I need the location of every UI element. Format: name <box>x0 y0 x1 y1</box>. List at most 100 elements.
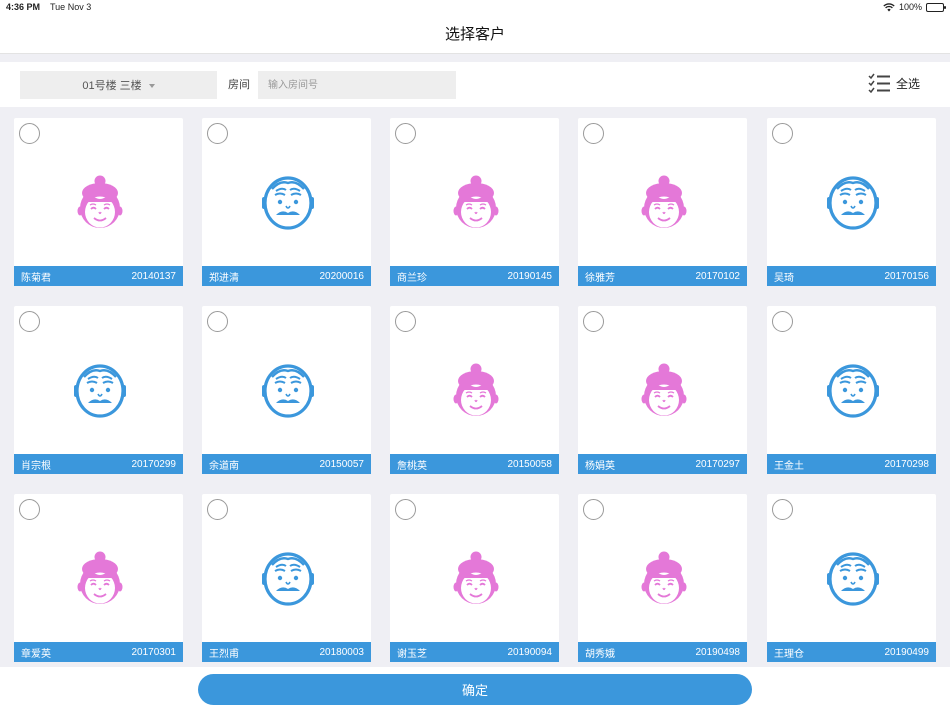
select-radio[interactable] <box>395 123 416 144</box>
customer-name: 王烈甫 <box>209 648 239 660</box>
grandmother-avatar-icon <box>72 173 128 231</box>
customer-id: 20170301 <box>131 646 177 658</box>
customer-card[interactable]: 王理仓 20190499 <box>767 494 936 662</box>
filter-bar: 01号楼 三楼 房间 全选 <box>0 62 950 107</box>
customer-label-bar: 商兰珍 20190145 <box>390 266 559 286</box>
nav-bar: 选择客户 <box>0 14 950 54</box>
grandmother-avatar-icon <box>448 549 504 607</box>
select-radio[interactable] <box>395 311 416 332</box>
customer-label-bar: 肖宗根 20170299 <box>14 454 183 474</box>
customer-name: 杨娟英 <box>585 460 615 472</box>
grandfather-avatar-icon <box>825 361 881 419</box>
customer-card[interactable]: 胡秀娥 20190498 <box>578 494 747 662</box>
customer-id: 20150057 <box>319 458 365 470</box>
select-radio[interactable] <box>395 499 416 520</box>
customer-name: 肖宗根 <box>21 460 51 472</box>
customer-card[interactable]: 肖宗根 20170299 <box>14 306 183 474</box>
page-title: 选择客户 <box>444 26 505 43</box>
customer-id: 20140137 <box>131 270 177 282</box>
customer-card[interactable]: 商兰珍 20190145 <box>390 118 559 286</box>
customer-card[interactable]: 王金土 20170298 <box>767 306 936 474</box>
grandfather-avatar-icon <box>825 173 881 231</box>
customer-name: 商兰珍 <box>397 272 427 284</box>
status-right: 100% <box>883 2 946 12</box>
status-bar: 4:36 PM Tue Nov 3 100% <box>0 0 950 14</box>
customer-card[interactable]: 余道南 20150057 <box>202 306 371 474</box>
customer-label-bar: 王烈甫 20180003 <box>202 642 371 662</box>
customer-id: 20190498 <box>695 646 741 658</box>
customer-label-bar: 徐雅芳 20170102 <box>578 266 747 286</box>
battery-icon <box>926 2 946 12</box>
building-floor-select[interactable]: 01号楼 三楼 <box>20 71 217 99</box>
select-radio[interactable] <box>207 123 228 144</box>
grandfather-avatar-icon <box>260 173 316 231</box>
select-radio[interactable] <box>19 311 40 332</box>
select-radio[interactable] <box>772 311 793 332</box>
customer-card[interactable]: 章爱英 20170301 <box>14 494 183 662</box>
customer-name: 胡秀娥 <box>585 648 615 660</box>
customer-name: 王理仓 <box>774 648 804 660</box>
battery-percent: 100% <box>898 2 922 12</box>
customer-card[interactable]: 王烈甫 20180003 <box>202 494 371 662</box>
customer-name: 徐雅芳 <box>585 272 615 284</box>
customer-card[interactable]: 詹桃英 20150058 <box>390 306 559 474</box>
building-floor-value: 01号楼 三楼 <box>82 80 142 92</box>
customer-card[interactable]: 陈菊君 20140137 <box>14 118 183 286</box>
select-radio[interactable] <box>19 123 40 144</box>
customer-label-bar: 谢玉芝 20190094 <box>390 642 559 662</box>
select-all-button[interactable]: 全选 <box>868 73 920 93</box>
grandmother-avatar-icon <box>72 549 128 607</box>
customer-id: 20150058 <box>507 458 553 470</box>
customer-name: 吴琦 <box>774 272 794 284</box>
grandmother-avatar-icon <box>636 173 692 231</box>
customer-name: 章爱英 <box>21 648 51 660</box>
select-radio[interactable] <box>772 123 793 144</box>
customer-label-bar: 余道南 20150057 <box>202 454 371 474</box>
customer-id: 20180003 <box>319 646 365 658</box>
select-radio[interactable] <box>19 499 40 520</box>
customer-name: 谢玉芝 <box>397 648 427 660</box>
select-radio[interactable] <box>772 499 793 520</box>
bottom-bar: 确定 <box>0 667 950 712</box>
customer-id: 20170299 <box>131 458 177 470</box>
grandfather-avatar-icon <box>72 361 128 419</box>
grandmother-avatar-icon <box>448 173 504 231</box>
customer-name: 余道南 <box>209 460 239 472</box>
customer-id: 20170156 <box>884 270 930 282</box>
select-radio[interactable] <box>583 499 604 520</box>
customer-card[interactable]: 吴琦 20170156 <box>767 118 936 286</box>
customer-name: 王金土 <box>774 460 804 472</box>
caret-down-icon <box>148 83 155 88</box>
select-radio[interactable] <box>207 311 228 332</box>
grandfather-avatar-icon <box>260 549 316 607</box>
confirm-button[interactable]: 确定 <box>198 674 752 705</box>
customer-card[interactable]: 郑进清 20200016 <box>202 118 371 286</box>
checklist-icon <box>868 73 890 93</box>
customer-id: 20190094 <box>507 646 553 658</box>
customer-label-bar: 杨娟英 20170297 <box>578 454 747 474</box>
customer-id: 20190145 <box>507 270 553 282</box>
room-number-input[interactable] <box>258 71 456 99</box>
customer-name: 郑进清 <box>209 272 239 284</box>
customer-label-bar: 胡秀娥 20190498 <box>578 642 747 662</box>
customer-label-bar: 郑进清 20200016 <box>202 266 371 286</box>
grandfather-avatar-icon <box>260 361 316 419</box>
customer-grid: 陈菊君 20140137 郑进清 20200016 商兰珍 20190145 徐… <box>0 107 950 667</box>
room-label: 房间 <box>228 79 250 91</box>
select-all-label: 全选 <box>895 76 920 91</box>
grandmother-avatar-icon <box>448 361 504 419</box>
select-radio[interactable] <box>583 311 604 332</box>
customer-card[interactable]: 杨娟英 20170297 <box>578 306 747 474</box>
customer-card[interactable]: 谢玉芝 20190094 <box>390 494 559 662</box>
customer-label-bar: 吴琦 20170156 <box>767 266 936 286</box>
customer-id: 20170297 <box>695 458 741 470</box>
customer-id: 20170298 <box>884 458 930 470</box>
customer-label-bar: 王金土 20170298 <box>767 454 936 474</box>
customer-card[interactable]: 徐雅芳 20170102 <box>578 118 747 286</box>
select-radio[interactable] <box>583 123 604 144</box>
status-date: Tue Nov 3 <box>50 2 92 12</box>
grandmother-avatar-icon <box>636 361 692 419</box>
grandfather-avatar-icon <box>825 549 881 607</box>
select-radio[interactable] <box>207 499 228 520</box>
customer-label-bar: 章爱英 20170301 <box>14 642 183 662</box>
